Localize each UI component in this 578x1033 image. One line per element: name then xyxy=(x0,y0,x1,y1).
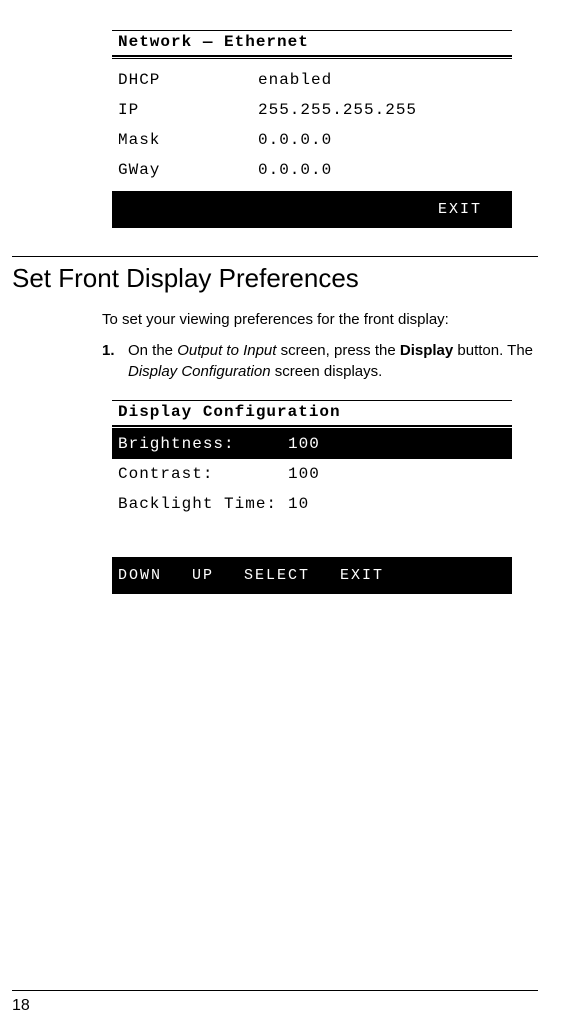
lcd-row-gway: GWay 0.0.0.0 xyxy=(118,155,506,185)
lcd-label: IP xyxy=(118,101,258,119)
lcd-label: Brightness: xyxy=(118,435,288,453)
lcd-footer: DOWN UP SELECT EXIT xyxy=(112,557,512,594)
lcd-body: DHCP enabled IP 255.255.255.255 Mask 0.0… xyxy=(112,58,512,191)
lcd-value: 100 xyxy=(288,435,506,453)
lcd-title: Network — Ethernet xyxy=(112,30,512,57)
lcd-label: DHCP xyxy=(118,71,258,89)
page-number: 18 xyxy=(12,997,30,1014)
page-footer: 18 xyxy=(12,990,538,1015)
network-ethernet-screen: Network — Ethernet DHCP enabled IP 255.2… xyxy=(112,30,512,228)
text-bold: Display xyxy=(400,342,453,359)
lcd-footer: EXIT xyxy=(112,191,512,228)
lcd-title: Display Configuration xyxy=(112,400,512,427)
lcd-value: 100 xyxy=(288,465,506,483)
lcd-row-dhcp: DHCP enabled xyxy=(118,65,506,95)
section-intro: To set your viewing preferences for the … xyxy=(102,309,538,330)
lcd-label: Mask xyxy=(118,131,258,149)
lcd-value: 10 xyxy=(288,495,506,513)
lcd-value: 255.255.255.255 xyxy=(258,101,506,119)
lcd-row-backlight[interactable]: Backlight Time: 10 xyxy=(112,489,512,519)
exit-button[interactable]: EXIT xyxy=(340,567,384,584)
down-button[interactable]: DOWN xyxy=(118,567,162,584)
lcd-value: 0.0.0.0 xyxy=(258,161,506,179)
lcd-row-ip: IP 255.255.255.255 xyxy=(118,95,506,125)
lcd-label: Contrast: xyxy=(118,465,288,483)
lcd-value: 0.0.0.0 xyxy=(258,131,506,149)
lcd-label: GWay xyxy=(118,161,258,179)
lcd-row-mask: Mask 0.0.0.0 xyxy=(118,125,506,155)
lcd-body: Brightness: 100 Contrast: 100 Backlight … xyxy=(112,428,512,557)
text-italic: Output to Input xyxy=(177,342,276,359)
text: On the xyxy=(128,342,177,359)
spacer xyxy=(112,519,512,557)
display-configuration-screen: Display Configuration Brightness: 100 Co… xyxy=(112,400,512,594)
text: screen, press the xyxy=(276,342,399,359)
lcd-value: enabled xyxy=(258,71,506,89)
lcd-row-contrast[interactable]: Contrast: 100 xyxy=(112,459,512,489)
step-text: On the Output to Input screen, press the… xyxy=(128,340,538,382)
text: button. The xyxy=(453,342,533,359)
text: screen displays. xyxy=(271,363,383,380)
up-button[interactable]: UP xyxy=(192,567,214,584)
text-italic: Display Configuration xyxy=(128,363,271,380)
step-number: 1. xyxy=(102,340,128,382)
lcd-row-brightness[interactable]: Brightness: 100 xyxy=(112,429,512,459)
lcd-label: Backlight Time: xyxy=(118,495,288,513)
exit-button[interactable]: EXIT xyxy=(438,201,482,218)
step-1: 1. On the Output to Input screen, press … xyxy=(102,340,538,382)
section-heading: Set Front Display Preferences xyxy=(12,256,538,294)
select-button[interactable]: SELECT xyxy=(244,567,310,584)
